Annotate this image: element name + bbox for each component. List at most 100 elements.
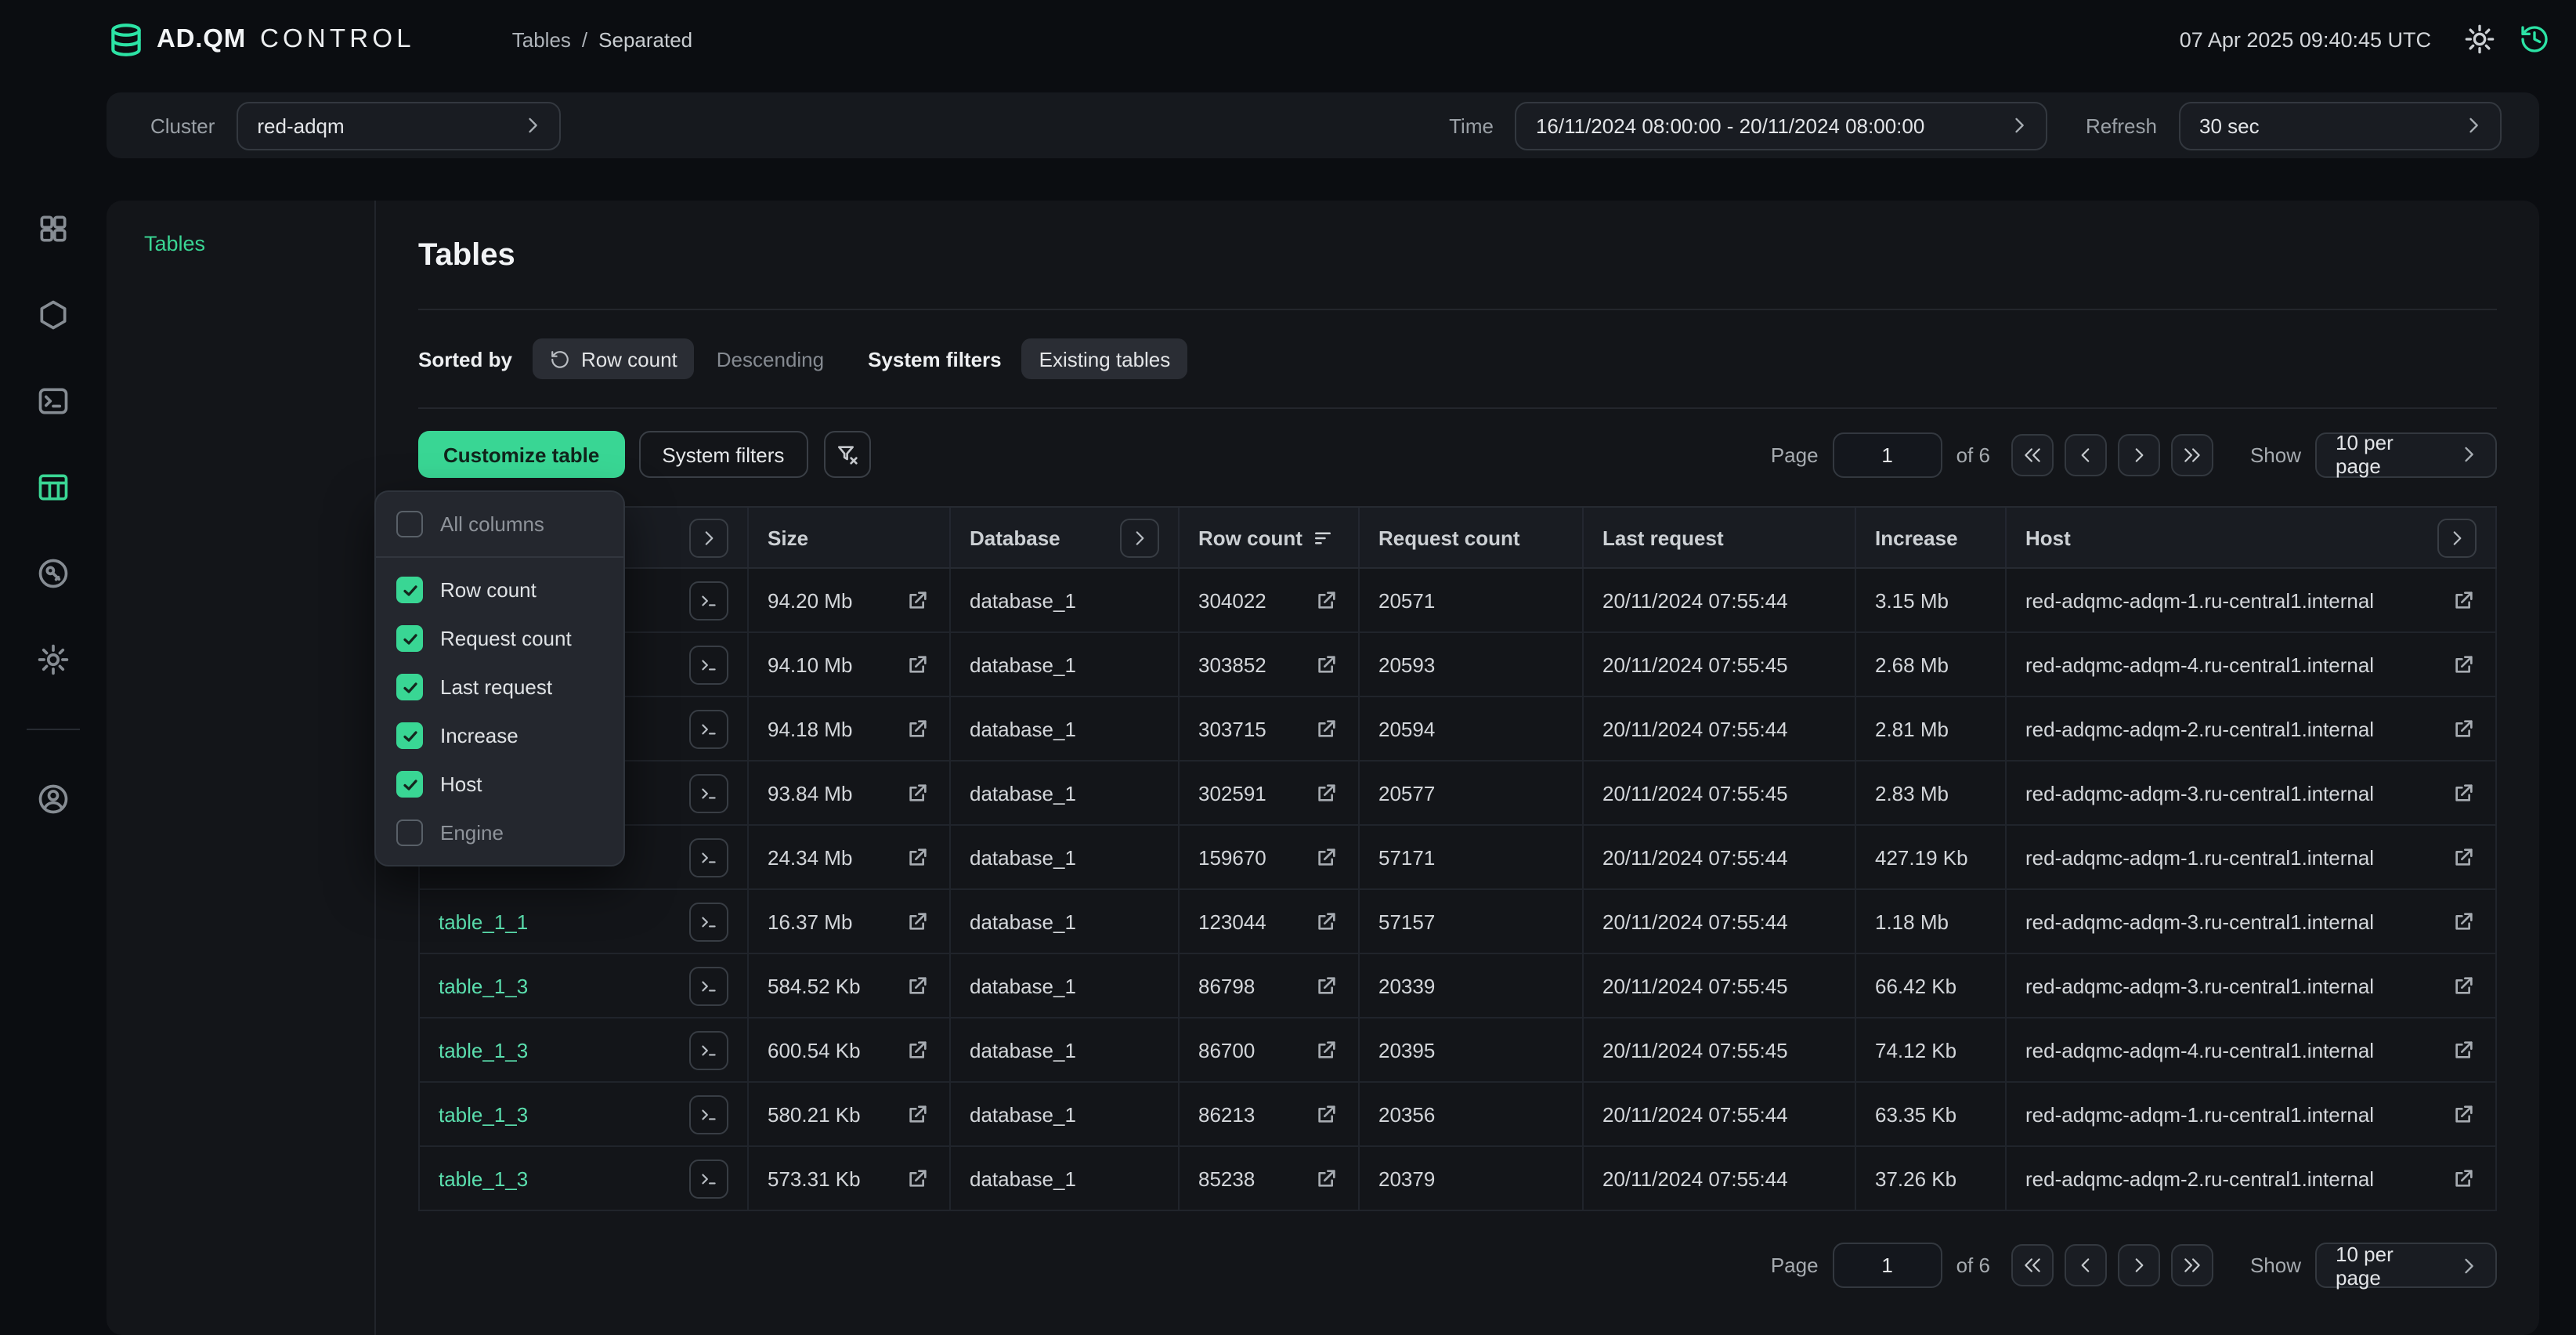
open-host-details-button[interactable]: [2450, 651, 2477, 678]
theme-toggle-button[interactable]: [2464, 24, 2495, 55]
open-query-button[interactable]: [689, 581, 728, 620]
time-range-select[interactable]: 16/11/2024 08:00:00 - 20/11/2024 08:00:0…: [1516, 101, 2048, 150]
open-row-count-details-button[interactable]: [1313, 780, 1339, 806]
expand-name-column-button[interactable]: [689, 518, 728, 557]
sort-field-pill[interactable]: Row count: [533, 338, 695, 379]
expand-database-column-button[interactable]: [1120, 518, 1159, 557]
logo[interactable]: AD.QM CONTROL: [107, 20, 415, 59]
open-row-count-details-button[interactable]: [1313, 1165, 1339, 1192]
open-size-details-button[interactable]: [904, 908, 930, 935]
open-host-details-button[interactable]: [2450, 780, 2477, 806]
column-toggle-item[interactable]: All columns: [376, 500, 623, 548]
refresh-label: Refresh: [2086, 114, 2157, 137]
page-input[interactable]: [1833, 432, 1942, 477]
header-increase[interactable]: Increase: [1856, 508, 2007, 567]
open-host-details-button[interactable]: [2450, 587, 2477, 613]
table-name-link[interactable]: table_1_3: [439, 1167, 528, 1190]
open-row-count-details-button[interactable]: [1313, 587, 1339, 613]
open-host-details-button[interactable]: [2450, 844, 2477, 870]
nav-dashboard[interactable]: [36, 212, 70, 246]
column-toggle-item[interactable]: Row count: [376, 566, 623, 614]
next-page-button[interactable]: [2119, 1244, 2161, 1286]
cell-increase: 74.12 Kb: [1856, 1018, 2007, 1081]
open-host-details-button[interactable]: [2450, 1165, 2477, 1192]
open-size-details-button[interactable]: [904, 972, 930, 999]
cell-row-count: 159670: [1180, 826, 1360, 888]
table-name-link[interactable]: table_1_3: [439, 1102, 528, 1126]
open-query-button[interactable]: [689, 709, 728, 748]
nav-query[interactable]: [36, 384, 70, 418]
open-row-count-details-button[interactable]: [1313, 1101, 1339, 1127]
breadcrumb-section[interactable]: Tables: [512, 27, 571, 51]
column-toggle-item[interactable]: Host: [376, 760, 623, 809]
open-size-details-button[interactable]: [904, 844, 930, 870]
open-size-details-button[interactable]: [904, 651, 930, 678]
column-toggle-item[interactable]: Last request: [376, 663, 623, 711]
table-name-link[interactable]: table_1_3: [439, 974, 528, 997]
column-toggle-item[interactable]: Increase: [376, 711, 623, 760]
header-host[interactable]: Host: [2007, 508, 2497, 567]
open-row-count-details-button[interactable]: [1313, 844, 1339, 870]
prev-page-button[interactable]: [2065, 433, 2108, 476]
open-query-button[interactable]: [689, 902, 728, 941]
open-size-details-button[interactable]: [904, 780, 930, 806]
user-icon: [36, 782, 70, 816]
nav-access[interactable]: [36, 556, 70, 591]
nav-settings[interactable]: [36, 642, 70, 677]
subnav-item-tables[interactable]: Tables: [144, 232, 337, 255]
open-row-count-details-button[interactable]: [1313, 651, 1339, 678]
open-host-details-button[interactable]: [2450, 908, 2477, 935]
header-database[interactable]: Database: [951, 508, 1180, 567]
open-size-details-button[interactable]: [904, 1165, 930, 1192]
per-page-select[interactable]: 10 per page: [2315, 1243, 2497, 1288]
cluster-select[interactable]: red-adqm: [237, 101, 561, 150]
table-name-link[interactable]: table_1_1: [439, 910, 528, 933]
open-host-details-button[interactable]: [2450, 1037, 2477, 1063]
page-input[interactable]: [1833, 1243, 1942, 1288]
system-filters-button[interactable]: System filters: [638, 431, 807, 478]
open-query-button[interactable]: [689, 645, 728, 684]
first-page-button[interactable]: [2012, 433, 2054, 476]
open-size-details-button[interactable]: [904, 1101, 930, 1127]
header-size[interactable]: Size: [749, 508, 951, 567]
open-row-count-details-button[interactable]: [1313, 715, 1339, 742]
system-filter-pill[interactable]: Existing tables: [1022, 338, 1188, 379]
table-name-link[interactable]: table_1_3: [439, 1038, 528, 1062]
open-query-button[interactable]: [689, 1030, 728, 1069]
open-query-button[interactable]: [689, 1159, 728, 1198]
open-size-details-button[interactable]: [904, 1037, 930, 1063]
open-row-count-details-button[interactable]: [1313, 972, 1339, 999]
nav-cluster[interactable]: [36, 298, 70, 332]
open-host-details-button[interactable]: [2450, 1101, 2477, 1127]
last-page-button[interactable]: [2172, 1244, 2214, 1286]
nav-account[interactable]: [36, 782, 70, 816]
open-row-count-details-button[interactable]: [1313, 1037, 1339, 1063]
next-page-button[interactable]: [2119, 433, 2161, 476]
refresh-interval-select[interactable]: 30 sec: [2179, 101, 2502, 150]
column-toggle-item[interactable]: Request count: [376, 614, 623, 663]
open-size-details-button[interactable]: [904, 715, 930, 742]
column-toggle-item[interactable]: Engine: [376, 809, 623, 857]
nav-tables[interactable]: [36, 470, 70, 505]
per-page-select[interactable]: 10 per page: [2315, 432, 2497, 477]
open-size-details-button[interactable]: [904, 587, 930, 613]
page-label: Page: [1771, 1254, 1819, 1277]
header-request-count[interactable]: Request count: [1360, 508, 1584, 567]
body: Tables Tables Sorted by Row count Descen…: [0, 201, 2576, 1335]
header-row-count[interactable]: Row count: [1180, 508, 1360, 567]
time-sync-button[interactable]: [2519, 24, 2550, 55]
customize-table-button[interactable]: Customize table: [418, 431, 624, 478]
open-query-button[interactable]: [689, 1094, 728, 1134]
open-row-count-details-button[interactable]: [1313, 908, 1339, 935]
prev-page-button[interactable]: [2065, 1244, 2108, 1286]
open-query-button[interactable]: [689, 838, 728, 877]
clear-filters-button[interactable]: [823, 431, 870, 478]
open-host-details-button[interactable]: [2450, 715, 2477, 742]
first-page-button[interactable]: [2012, 1244, 2054, 1286]
header-last-request[interactable]: Last request: [1584, 508, 1856, 567]
expand-host-column-button[interactable]: [2437, 518, 2477, 557]
open-host-details-button[interactable]: [2450, 972, 2477, 999]
last-page-button[interactable]: [2172, 433, 2214, 476]
open-query-button[interactable]: [689, 966, 728, 1005]
open-query-button[interactable]: [689, 773, 728, 812]
